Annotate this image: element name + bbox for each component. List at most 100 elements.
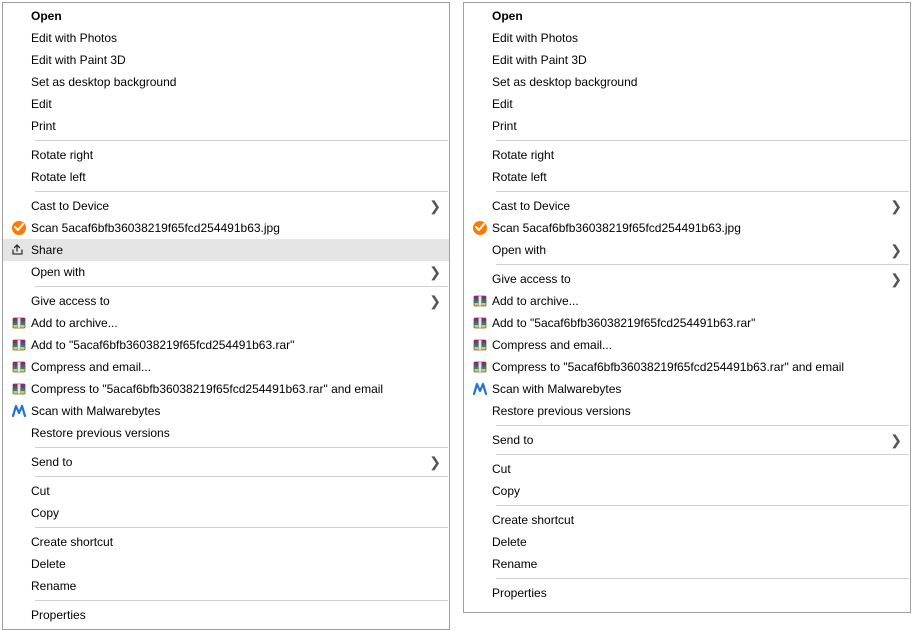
blank-icon-slot	[468, 509, 492, 531]
blank-icon-slot	[468, 93, 492, 115]
blank-icon-slot	[7, 575, 31, 597]
menu-item-add-to-rar[interactable]: Add to "5acaf6bfb36038219f65fcd254491b63…	[3, 334, 449, 356]
submenu-arrow-icon: ❯	[427, 261, 441, 283]
menu-item-rename[interactable]: Rename	[464, 553, 910, 575]
menu-item-label: Restore previous versions	[31, 422, 441, 444]
menu-item-send-to[interactable]: Send to❯	[3, 451, 449, 473]
menu-item-set-desktop-bg[interactable]: Set as desktop background	[3, 71, 449, 93]
menu-item-cast-to-device[interactable]: Cast to Device❯	[464, 195, 910, 217]
menu-item-label: Edit	[31, 93, 441, 115]
menu-item-add-to-archive[interactable]: Add to archive...	[3, 312, 449, 334]
menu-item-label: Cast to Device	[492, 195, 888, 217]
menu-item-open[interactable]: Open	[3, 5, 449, 27]
avast-icon-slot	[468, 217, 492, 239]
malwarebytes-icon-slot	[468, 378, 492, 400]
menu-item-avast-scan[interactable]: Scan 5acaf6bfb36038219f65fcd254491b63.jp…	[3, 217, 449, 239]
menu-item-send-to[interactable]: Send to❯	[464, 429, 910, 451]
blank-icon-slot	[468, 5, 492, 27]
menu-item-compress-email[interactable]: Compress and email...	[3, 356, 449, 378]
menu-item-label: Open with	[492, 239, 888, 261]
malwarebytes-icon-slot	[7, 400, 31, 422]
menu-item-share[interactable]: Share	[3, 239, 449, 261]
menu-item-label: Open	[492, 5, 902, 27]
winrar-icon	[472, 315, 488, 331]
winrar-icon-slot	[7, 312, 31, 334]
blank-icon-slot	[7, 49, 31, 71]
menu-item-properties[interactable]: Properties	[3, 604, 449, 626]
menu-item-create-shortcut[interactable]: Create shortcut	[464, 509, 910, 531]
blank-icon-slot	[468, 144, 492, 166]
menu-item-label: Edit with Photos	[31, 27, 441, 49]
menu-item-create-shortcut[interactable]: Create shortcut	[3, 531, 449, 553]
blank-icon-slot	[7, 27, 31, 49]
menu-item-edit-paint3d[interactable]: Edit with Paint 3D	[464, 49, 910, 71]
menu-item-edit[interactable]: Edit	[3, 93, 449, 115]
menu-item-properties[interactable]: Properties	[464, 582, 910, 604]
menu-item-label: Create shortcut	[31, 531, 441, 553]
menu-item-edit-photos[interactable]: Edit with Photos	[464, 27, 910, 49]
menu-separator	[496, 191, 909, 192]
menu-item-rotate-left[interactable]: Rotate left	[3, 166, 449, 188]
menu-item-restore-prev[interactable]: Restore previous versions	[3, 422, 449, 444]
menu-item-label: Edit	[492, 93, 902, 115]
menu-item-open-with[interactable]: Open with❯	[464, 239, 910, 261]
blank-icon-slot	[468, 531, 492, 553]
menu-item-label: Compress to "5acaf6bfb36038219f65fcd2544…	[492, 356, 902, 378]
menu-item-print[interactable]: Print	[464, 115, 910, 137]
menu-item-add-to-rar[interactable]: Add to "5acaf6bfb36038219f65fcd254491b63…	[464, 312, 910, 334]
menu-item-copy[interactable]: Copy	[3, 502, 449, 524]
menu-item-give-access-to[interactable]: Give access to❯	[3, 290, 449, 312]
menu-item-compress-to-rar-email[interactable]: Compress to "5acaf6bfb36038219f65fcd2544…	[464, 356, 910, 378]
menu-item-label: Scan with Malwarebytes	[31, 400, 441, 422]
menu-item-cast-to-device[interactable]: Cast to Device❯	[3, 195, 449, 217]
menu-item-edit[interactable]: Edit	[464, 93, 910, 115]
menu-item-label: Give access to	[31, 290, 427, 312]
menu-item-set-desktop-bg[interactable]: Set as desktop background	[464, 71, 910, 93]
menu-item-cut[interactable]: Cut	[3, 480, 449, 502]
menu-item-copy[interactable]: Copy	[464, 480, 910, 502]
menu-item-rotate-right[interactable]: Rotate right	[3, 144, 449, 166]
blank-icon-slot	[7, 604, 31, 626]
blank-icon-slot	[468, 268, 492, 290]
menu-item-give-access-to[interactable]: Give access to❯	[464, 268, 910, 290]
menu-item-rotate-right[interactable]: Rotate right	[464, 144, 910, 166]
menu-item-rename[interactable]: Rename	[3, 575, 449, 597]
menu-item-print[interactable]: Print	[3, 115, 449, 137]
menu-separator	[35, 476, 448, 477]
menu-item-cut[interactable]: Cut	[464, 458, 910, 480]
menu-item-label: Share	[31, 239, 441, 261]
menu-item-add-to-archive[interactable]: Add to archive...	[464, 290, 910, 312]
menu-item-restore-prev[interactable]: Restore previous versions	[464, 400, 910, 422]
menu-item-label: Compress and email...	[31, 356, 441, 378]
menu-item-open-with[interactable]: Open with❯	[3, 261, 449, 283]
menu-item-compress-email[interactable]: Compress and email...	[464, 334, 910, 356]
blank-icon-slot	[468, 582, 492, 604]
menu-item-rotate-left[interactable]: Rotate left	[464, 166, 910, 188]
menu-separator	[35, 447, 448, 448]
blank-icon-slot	[7, 502, 31, 524]
menu-item-label: Compress to "5acaf6bfb36038219f65fcd2544…	[31, 378, 441, 400]
winrar-icon-slot	[468, 290, 492, 312]
avast-icon	[472, 220, 488, 236]
blank-icon-slot	[468, 166, 492, 188]
menu-item-open[interactable]: Open	[464, 5, 910, 27]
menu-item-edit-paint3d[interactable]: Edit with Paint 3D	[3, 49, 449, 71]
context-menu-right: OpenEdit with PhotosEdit with Paint 3DSe…	[463, 2, 911, 613]
blank-icon-slot	[7, 115, 31, 137]
malwarebytes-icon	[11, 403, 27, 419]
winrar-icon	[472, 359, 488, 375]
menu-item-malwarebytes[interactable]: Scan with Malwarebytes	[464, 378, 910, 400]
menu-separator	[496, 264, 909, 265]
menu-item-edit-photos[interactable]: Edit with Photos	[3, 27, 449, 49]
menu-item-label: Properties	[492, 582, 902, 604]
submenu-arrow-icon: ❯	[888, 429, 902, 451]
menu-item-malwarebytes[interactable]: Scan with Malwarebytes	[3, 400, 449, 422]
submenu-arrow-icon: ❯	[427, 290, 441, 312]
menu-separator	[35, 286, 448, 287]
menu-item-compress-to-rar-email[interactable]: Compress to "5acaf6bfb36038219f65fcd2544…	[3, 378, 449, 400]
menu-item-label: Edit with Photos	[492, 27, 902, 49]
menu-item-avast-scan[interactable]: Scan 5acaf6bfb36038219f65fcd254491b63.jp…	[464, 217, 910, 239]
menu-item-label: Cast to Device	[31, 195, 427, 217]
menu-item-delete[interactable]: Delete	[464, 531, 910, 553]
menu-item-delete[interactable]: Delete	[3, 553, 449, 575]
